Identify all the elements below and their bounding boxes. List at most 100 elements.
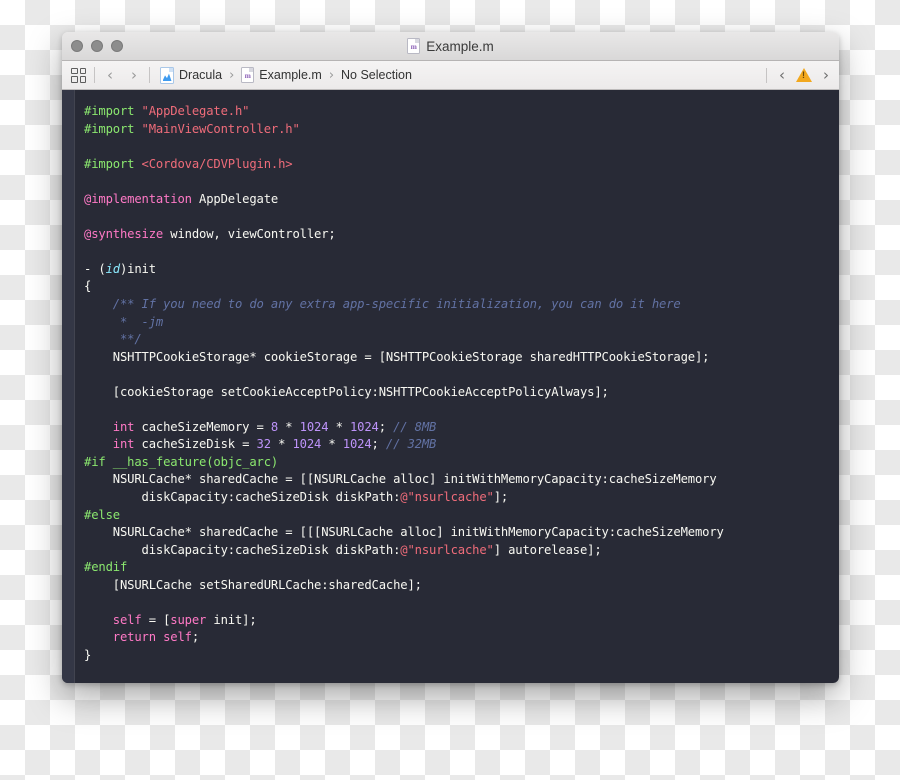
code-token: * [270,437,293,452]
code-token: **/ [84,332,142,347]
code-token: * [328,419,350,434]
code-token: * [321,437,343,452]
chevron-right-icon[interactable]: › [127,67,141,83]
issue-nav-group: ‹ › [766,67,833,83]
breadcrumb-item-file[interactable]: Example.m [259,68,322,82]
code-token: int [112,419,135,434]
breadcrumb-separator: › [229,67,235,83]
code-line: { [84,278,839,296]
code-token: "MainViewController.h" [141,121,300,136]
code-token: 8 [270,419,279,434]
code-token: diskCapacity:cacheSizeDisk diskPath: [84,542,401,557]
code-line: NSURLCache* sharedCache = [[NSURLCache a… [84,471,839,489]
code-token: return [112,630,156,645]
code-line: NSURLCache* sharedCache = [[[NSURLCache … [84,524,839,542]
code-token: [cookieStorage setCookieAcceptPolicy:NSH… [84,384,609,399]
code-token: NSURLCache* sharedCache = [[NSURLCache a… [84,472,717,487]
grid-panel-icon[interactable] [71,67,86,83]
window-title-group: m Example.m [62,38,839,54]
code-token: #import [84,104,142,118]
code-token: cacheSizeDisk = [134,437,257,452]
code-token: // 8MB [393,419,437,434]
editor-gutter[interactable] [62,90,75,683]
objc-document-icon[interactable]: m [241,67,255,83]
chevron-left-icon[interactable]: ‹ [775,67,789,83]
code-token: #if __has_feature(objc_arc) [84,454,279,469]
code-text-area[interactable]: #import "AppDelegate.h" #import "MainView… [75,90,839,683]
code-token: diskCapacity:cacheSizeDisk diskPath: [84,490,401,505]
code-token: - ( [84,261,106,276]
code-editor[interactable]: #import "AppDelegate.h" #import "MainView… [62,90,839,683]
code-line: [NSURLCache setSharedURLCache:sharedCach… [84,577,839,595]
zoom-button[interactable] [111,40,123,52]
code-token: AppDelegate [191,191,279,206]
code-token: self [163,630,192,645]
code-line: NSHTTPCookieStorage* cookieStorage = [NS… [84,349,839,367]
chevron-right-icon[interactable]: › [819,67,833,83]
code-token: { [84,279,92,294]
breadcrumb-separator: › [328,67,335,83]
breadcrumb-item-selection[interactable]: No Selection [341,68,412,82]
minimize-button[interactable] [91,40,103,52]
breadcrumb-item-project[interactable]: Dracula [179,68,222,82]
editor-window: m Example.m ‹ › Dracula › m Example.m › … [62,32,839,683]
code-line: [cookieStorage setCookieAcceptPolicy:NSH… [84,384,839,402]
breadcrumb: Dracula › m Example.m › No Selection [160,66,412,84]
code-token: ; [371,437,386,452]
history-nav-group: ‹ › [103,67,141,83]
code-line: #import "AppDelegate.h" [84,103,839,121]
code-token: 1024 [292,437,322,452]
code-token: @"nsurlcache" [400,490,494,505]
navigation-toolbar: ‹ › Dracula › m Example.m › No Selection… [62,61,839,90]
code-line: @implementation AppDelegate [84,191,839,209]
code-token: * -jm [84,314,164,329]
code-token: // 32MB [385,437,437,452]
code-token: 1024 [299,419,329,434]
code-line: } [84,647,839,665]
code-line: diskCapacity:cacheSizeDisk diskPath:@"ns… [84,489,839,507]
code-token: <Cordova/CDVPlugin.h> [141,156,293,171]
code-token: @"nsurlcache" [400,542,494,557]
chevron-left-icon[interactable]: ‹ [103,67,117,83]
code-token: ]; [493,490,509,505]
code-line: int cacheSizeMemory = 8 * 1024 * 1024; /… [84,419,839,437]
code-token: #import [84,121,142,136]
code-line: @synthesize window, viewController; [84,226,839,244]
code-token: #endif [84,560,128,575]
code-line: #if __has_feature(objc_arc) [84,454,839,472]
window-titlebar: m Example.m [62,32,839,61]
project-document-icon[interactable] [160,66,174,84]
code-token: super [170,612,207,627]
code-token: id [105,261,121,276]
code-token: init]; [206,612,257,627]
window-title: Example.m [426,38,494,54]
code-token: 1024 [342,437,372,452]
code-token: = [ [141,612,171,627]
code-line: - (id)init [84,261,839,279]
code-token: "AppDelegate.h" [141,104,250,118]
code-token: @synthesize [84,226,164,241]
close-button[interactable] [71,40,83,52]
code-token: } [84,647,92,662]
code-token: #import [84,156,142,171]
code-line: int cacheSizeDisk = 32 * 1024 * 1024; //… [84,436,839,454]
code-token: self [112,612,142,627]
code-token: cacheSizeMemory = [134,419,271,434]
code-line: #import "MainViewController.h" [84,121,839,139]
warning-triangle-icon[interactable] [796,68,812,82]
code-token: [NSURLCache setSharedURLCache:sharedCach… [84,577,422,592]
code-token: ; [191,630,199,645]
code-token: ] autorelease]; [493,542,602,557]
code-token: int [112,437,135,452]
